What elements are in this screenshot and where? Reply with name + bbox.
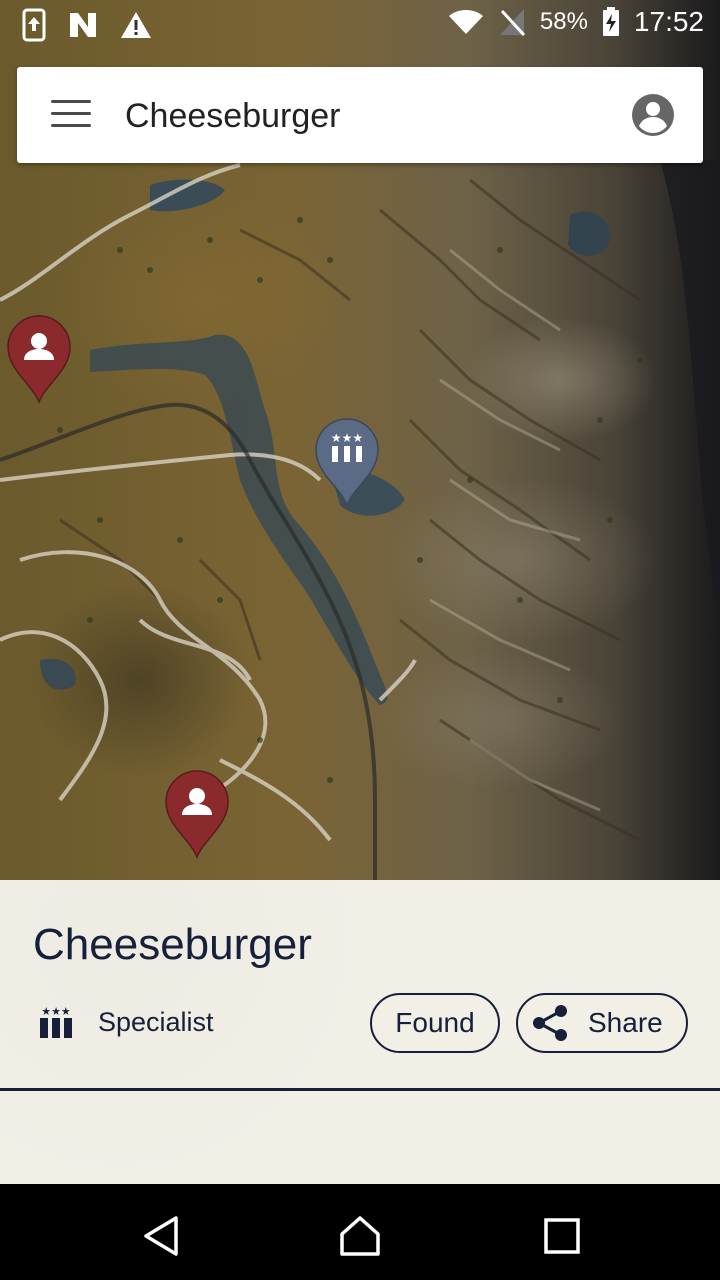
battery-percent: 58% [539,8,588,35]
map-marker-character-1[interactable] [6,314,72,404]
category-label: Specialist [98,1006,214,1037]
back-icon[interactable] [140,1214,184,1258]
battery-charging-icon [602,7,619,36]
account-circle-icon[interactable] [631,93,675,137]
search-title[interactable]: Cheeseburger [125,97,340,136]
share-button[interactable]: Share [516,993,688,1053]
status-bar: 58% 17:52 [0,0,720,48]
specialist-icon: ★★★ [331,431,363,462]
clock: 17:52 [633,6,704,37]
specialist-icon: ★★★ [40,1005,72,1038]
map-marker-specialist[interactable]: ★★★ [314,417,380,507]
sheet-divider [0,1088,720,1091]
recents-icon[interactable] [540,1214,584,1258]
found-button-label: Found [395,1007,475,1038]
navigation-bar [0,1184,720,1280]
no-signal-icon [499,9,525,37]
detail-sheet: Cheeseburger ★★★ Specialist Found Share [0,880,720,1184]
n-app-icon [70,13,96,37]
warning-icon [121,12,151,38]
wifi-icon [448,10,483,34]
detail-title: Cheeseburger [33,920,312,969]
menu-icon[interactable] [51,100,93,130]
home-icon[interactable] [338,1214,382,1258]
map-marker-character-2[interactable] [164,769,230,859]
detail-category: ★★★ Specialist [36,1004,214,1040]
share-icon [533,1005,567,1041]
found-button[interactable]: Found [370,993,500,1053]
upload-icon [22,8,46,42]
svg-text:★★★: ★★★ [41,1005,71,1018]
svg-text:★★★: ★★★ [331,431,363,445]
search-bar[interactable]: Cheeseburger [17,67,703,163]
share-button-label: Share [588,1007,663,1038]
